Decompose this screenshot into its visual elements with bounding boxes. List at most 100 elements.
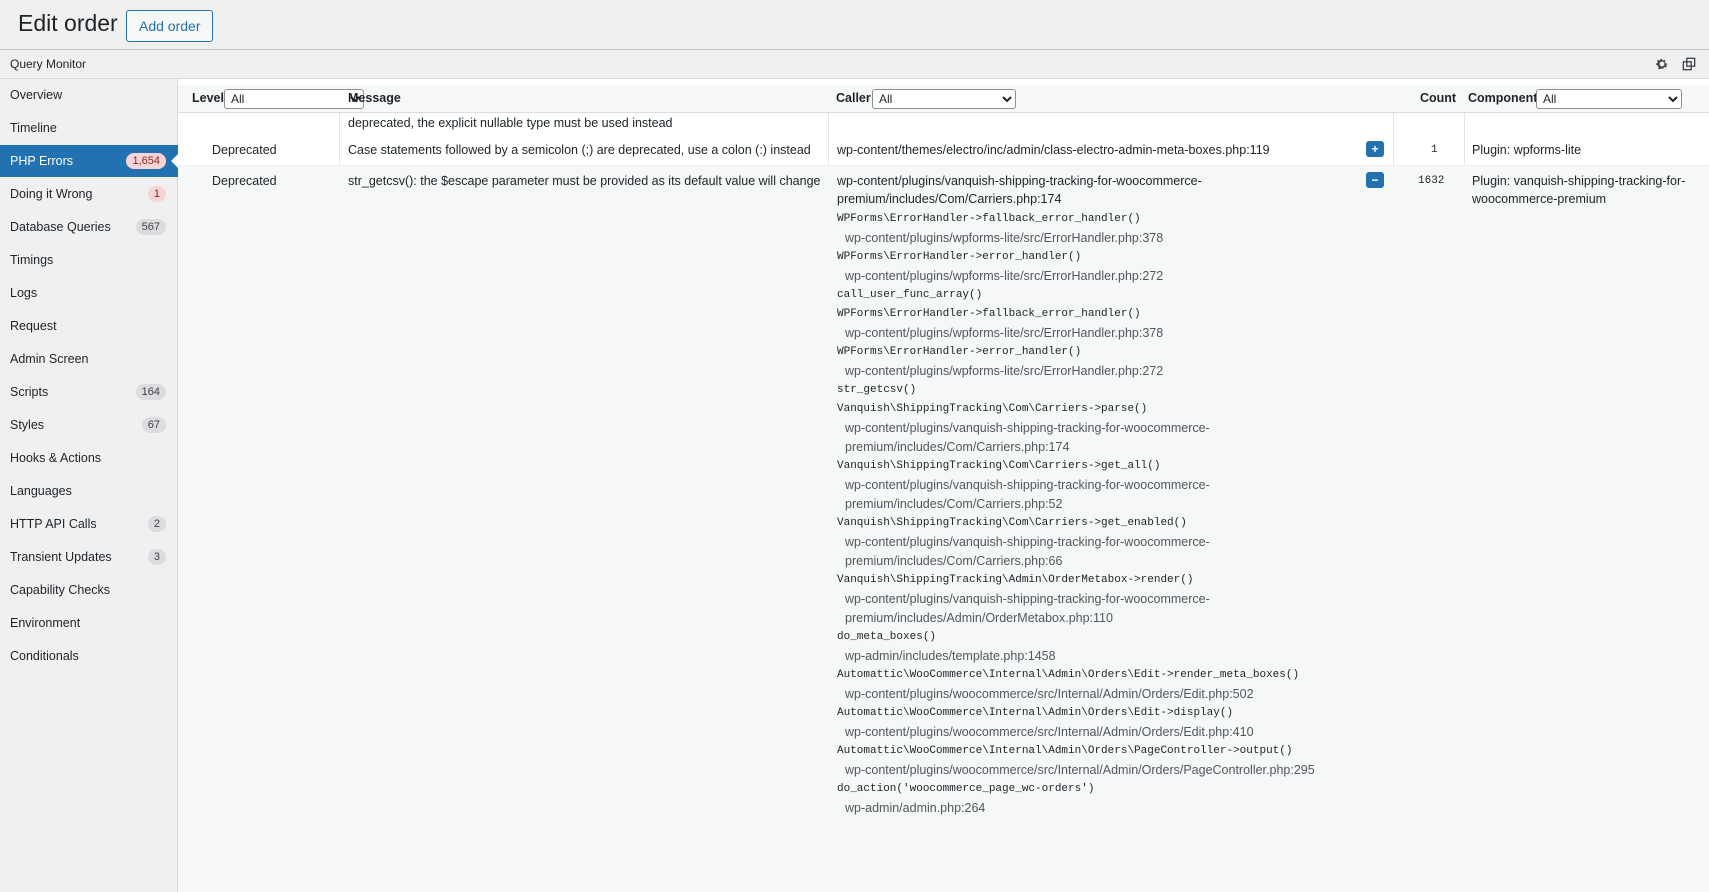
column-header-message: Message (348, 91, 401, 105)
sidebar-item-languages[interactable]: Languages (0, 475, 178, 507)
trace-function: WPForms\ErrorHandler->error_handler() (837, 251, 1082, 263)
trace-file[interactable]: wp-content/plugins/vanquish-shipping-tra… (837, 476, 1215, 514)
caller-filter-select[interactable]: All (872, 89, 1016, 109)
add-order-button[interactable]: Add order (126, 10, 214, 42)
qm-titlebar: Query Monitor (0, 49, 1709, 79)
error-count: 1 (1431, 144, 1438, 156)
trace-function: Vanquish\ShippingTracking\Com\Carriers->… (837, 517, 1187, 529)
trace-function: WPForms\ErrorHandler->fallback_error_han… (837, 308, 1141, 320)
sidebar-item-hooks-actions[interactable]: Hooks & Actions (0, 442, 178, 474)
trace-file[interactable]: wp-content/plugins/vanquish-shipping-tra… (837, 533, 1215, 571)
sidebar-item-label: Hooks & Actions (10, 451, 102, 465)
trace-file[interactable]: wp-content/plugins/wpforms-lite/src/Erro… (837, 267, 1317, 286)
trace-file[interactable]: wp-content/plugins/wpforms-lite/src/Erro… (837, 229, 1317, 248)
trace-file[interactable]: wp-content/plugins/vanquish-shipping-tra… (837, 590, 1215, 628)
column-header-count[interactable]: Count (1420, 91, 1456, 105)
trace-function: Vanquish\ShippingTracking\Admin\OrderMet… (837, 574, 1194, 586)
sidebar-item-label: Overview (10, 88, 63, 102)
page-title: Edit order (18, 10, 118, 36)
count-badge: 1,654 (126, 153, 166, 169)
sidebar-item-label: Timings (10, 253, 54, 267)
sidebar-item-database-queries[interactable]: Database Queries 567 (0, 211, 178, 243)
count-badge: 164 (135, 384, 166, 400)
error-message-partial: deprecated, the explicit nullable type m… (348, 116, 673, 130)
trace-file[interactable]: wp-content/plugins/vanquish-shipping-tra… (837, 419, 1215, 457)
sidebar-item-label: Database Queries (10, 220, 111, 234)
sidebar-item-admin-screen[interactable]: Admin Screen (0, 343, 178, 375)
table-row: deprecated, the explicit nullable type m… (178, 113, 1709, 135)
trace-file[interactable]: wp-content/plugins/woocommerce/src/Inter… (837, 761, 1317, 780)
sidebar-item-scripts[interactable]: Scripts 164 (0, 376, 178, 408)
sidebar-item-label: Environment (10, 616, 81, 630)
trace-file[interactable]: wp-content/plugins/wpforms-lite/src/Erro… (837, 324, 1317, 343)
sidebar-item-request[interactable]: Request (0, 310, 178, 342)
error-component: Plugin: wpforms-lite (1472, 143, 1582, 157)
trace-function: Automattic\WooCommerce\Internal\Admin\Or… (837, 669, 1300, 681)
trace-file[interactable]: wp-content/plugins/woocommerce/src/Inter… (837, 685, 1317, 704)
sidebar-item-label: Timeline (10, 121, 57, 135)
sidebar-item-label: HTTP API Calls (10, 517, 97, 531)
panel-position-toggle-icon[interactable] (1680, 55, 1698, 73)
sidebar-item-transient-updates[interactable]: Transient Updates 3 (0, 541, 178, 573)
caller-link[interactable]: wp-content/plugins/vanquish-shipping-tra… (837, 172, 1217, 208)
sidebar-item-timeline[interactable]: Timeline (0, 112, 178, 144)
sidebar-item-label: Conditionals (10, 649, 79, 663)
count-badge: 67 (141, 417, 166, 433)
column-header-component: Component (1468, 91, 1538, 105)
count-badge: 3 (147, 549, 166, 565)
error-level: Deprecated (212, 143, 277, 157)
settings-gear-icon[interactable] (1653, 55, 1671, 73)
error-count: 1632 (1418, 175, 1445, 187)
sidebar-item-logs[interactable]: Logs (0, 277, 178, 309)
trace-function: str_getcsv() (837, 384, 917, 396)
sidebar-item-label: Styles (10, 418, 45, 432)
sidebar-item-environment[interactable]: Environment (0, 607, 178, 639)
sidebar-item-http-api-calls[interactable]: HTTP API Calls 2 (0, 508, 178, 540)
table-row: Deprecated str_getcsv(): the $escape par… (178, 166, 1709, 892)
sidebar-item-capability-checks[interactable]: Capability Checks (0, 574, 178, 606)
sidebar-item-timings[interactable]: Timings (0, 244, 178, 276)
sidebar-item-php-errors[interactable]: PHP Errors 1,654 (0, 145, 179, 177)
sidebar-item-doing-it-wrong[interactable]: Doing it Wrong 1 (0, 178, 178, 210)
sidebar-item-conditionals[interactable]: Conditionals (0, 640, 178, 672)
stack-trace: WPForms\ErrorHandler->fallback_error_han… (837, 210, 1317, 818)
sidebar-item-label: PHP Errors (10, 154, 73, 168)
page-header: Edit order Add order (0, 0, 1709, 50)
qm-sidebar: Overview Timeline PHP Errors 1,654 Doing … (0, 79, 179, 892)
column-header-caller[interactable]: Caller (836, 91, 871, 105)
sidebar-item-label: Admin Screen (10, 352, 89, 366)
trace-function: Vanquish\ShippingTracking\Com\Carriers->… (837, 403, 1148, 415)
trace-file[interactable]: wp-admin/includes/template.php:1458 (837, 647, 1317, 666)
expand-trace-button[interactable]: + (1366, 141, 1384, 157)
php-errors-panel: Level All Message Caller All Count Compo… (178, 79, 1709, 892)
collapse-trace-button[interactable]: − (1366, 172, 1384, 188)
count-badge: 2 (147, 516, 166, 532)
sidebar-item-label: Request (10, 319, 57, 333)
sidebar-item-label: Scripts (10, 385, 49, 399)
trace-function: do_action('woocommerce_page_wc-orders') (837, 783, 1095, 795)
sidebar-item-overview[interactable]: Overview (0, 79, 178, 111)
sidebar-item-styles[interactable]: Styles 67 (0, 409, 178, 441)
trace-function: WPForms\ErrorHandler->error_handler() (837, 346, 1082, 358)
trace-function: call_user_func_array() (837, 289, 983, 301)
level-filter-select[interactable]: All (224, 89, 364, 109)
trace-function: Automattic\WooCommerce\Internal\Admin\Or… (837, 745, 1293, 757)
sidebar-item-label: Capability Checks (10, 583, 111, 597)
count-badge: 1 (147, 186, 166, 202)
sidebar-item-label: Transient Updates (10, 550, 112, 564)
trace-file[interactable]: wp-content/plugins/wpforms-lite/src/Erro… (837, 362, 1317, 381)
table-header: Level All Message Caller All Count Compo… (178, 85, 1709, 113)
error-component: Plugin: vanquish-shipping-tracking-for-w… (1472, 174, 1686, 206)
trace-file[interactable]: wp-content/plugins/woocommerce/src/Inter… (837, 723, 1317, 742)
trace-file[interactable]: wp-admin/admin.php:264 (837, 799, 1317, 818)
trace-function: Automattic\WooCommerce\Internal\Admin\Or… (837, 707, 1234, 719)
sidebar-item-label: Languages (10, 484, 72, 498)
error-message: Case statements followed by a semicolon … (348, 143, 811, 157)
table-row: Deprecated Case statements followed by a… (178, 135, 1709, 166)
error-level: Deprecated (212, 174, 277, 188)
caller-link[interactable]: wp-content/themes/electro/inc/admin/clas… (837, 141, 1270, 159)
sidebar-item-label: Logs (10, 286, 38, 300)
sidebar-item-label: Doing it Wrong (10, 187, 93, 201)
trace-function: WPForms\ErrorHandler->fallback_error_han… (837, 213, 1141, 225)
component-filter-select[interactable]: All (1536, 89, 1682, 109)
